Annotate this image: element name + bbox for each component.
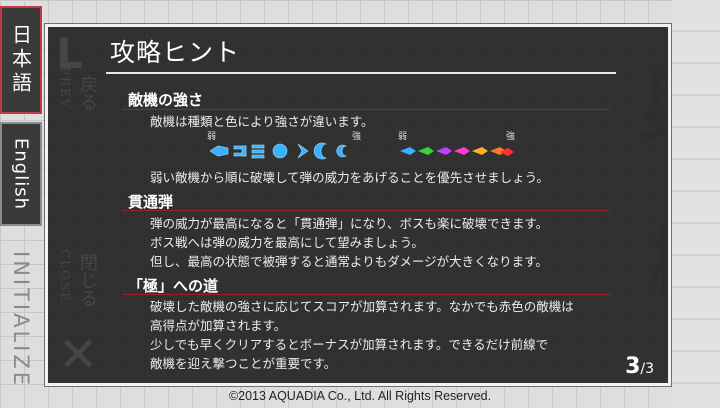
section-text: 弾の威力が最高になると「貫通弾」になり、ボスも楽に破壊できます。 xyxy=(150,216,549,231)
enemy-sprite-crescent-small xyxy=(336,144,347,158)
section-divider xyxy=(122,109,610,110)
prev-label-en[interactable]: PREV xyxy=(58,67,72,110)
close-x-button-icon[interactable]: ✕ xyxy=(58,327,98,383)
section-text: 破壊した敵機の強さに応じてスコアが加算されます。なかでも赤色の敵機は xyxy=(150,299,574,314)
section-heading-enemy-strength: 敵機の強さ xyxy=(128,91,204,109)
section-text: ボス戦へは弾の威力を最高にして望みましょう。 xyxy=(150,235,424,250)
section-heading-road-to-kiwami: 「極」への道 xyxy=(128,277,219,295)
section-text: 敵機は種類と色により強さが違います。 xyxy=(150,114,374,129)
enemy-color-sprites xyxy=(400,147,514,156)
enemy-sprite-bracket xyxy=(233,145,247,157)
initialize-button[interactable]: INITIALIZE xyxy=(0,234,42,406)
enemy-color-purple xyxy=(436,147,452,155)
enemy-sprite-fin xyxy=(297,143,309,159)
section-text: 少しでも早くクリアするとボーナスが加算されます。できるだけ前線で xyxy=(150,337,549,352)
language-japanese-label: 日本語 xyxy=(8,24,33,96)
section-text: 弱い敵機から順に破壊して弾の威力をあげることを優先させましょう。 xyxy=(150,170,549,185)
page-title: 攻略ヒント xyxy=(110,38,241,67)
enemy-color-green xyxy=(418,147,434,155)
section-text: 敵機を迎え撃つことが重要です。 xyxy=(150,356,337,371)
section-heading-piercing-shot: 貫通弾 xyxy=(128,193,174,211)
language-japanese-tab[interactable]: 日本語 xyxy=(0,6,42,114)
page-indicator: 3/3 xyxy=(625,354,654,379)
enemy-type-sprites xyxy=(209,142,347,160)
enemy-sprite-arrow xyxy=(209,145,229,157)
enemy-color-blue xyxy=(400,147,416,155)
enemy-color-pink xyxy=(454,147,470,155)
title-divider xyxy=(106,72,616,74)
right-edge-strip xyxy=(672,0,720,408)
section-text: 高得点が加算されます。 xyxy=(150,318,287,333)
section-divider xyxy=(122,294,610,295)
close-label-jp[interactable]: 閉じる xyxy=(74,253,100,307)
language-english-tab[interactable]: English xyxy=(0,122,42,226)
enemy-sprite-orb xyxy=(272,143,288,159)
copyright-text: ©2013 AQUADIA Co., Ltd. All Rights Reser… xyxy=(228,389,492,403)
prev-label-jp[interactable]: 戻る xyxy=(74,75,100,111)
hint-panel: L 戻る PREV 閉じる CLOSE ✕ 攻略ヒント 敵機の強さ 敵機は種類と… xyxy=(44,23,672,387)
close-label-en[interactable]: CLOSE xyxy=(58,249,72,303)
page-current: 3 xyxy=(625,354,641,379)
section-divider xyxy=(122,210,610,211)
enemy-color-yellow xyxy=(472,147,488,155)
enemy-sprite-crescent xyxy=(313,142,328,160)
page-total: /3 xyxy=(640,361,654,377)
language-english-label: English xyxy=(10,138,32,210)
enemy-sprite-triple xyxy=(251,144,265,159)
section-text: 但し、最高の状態で被弾すると通常よりもダメージが大きくなります。 xyxy=(150,254,548,269)
